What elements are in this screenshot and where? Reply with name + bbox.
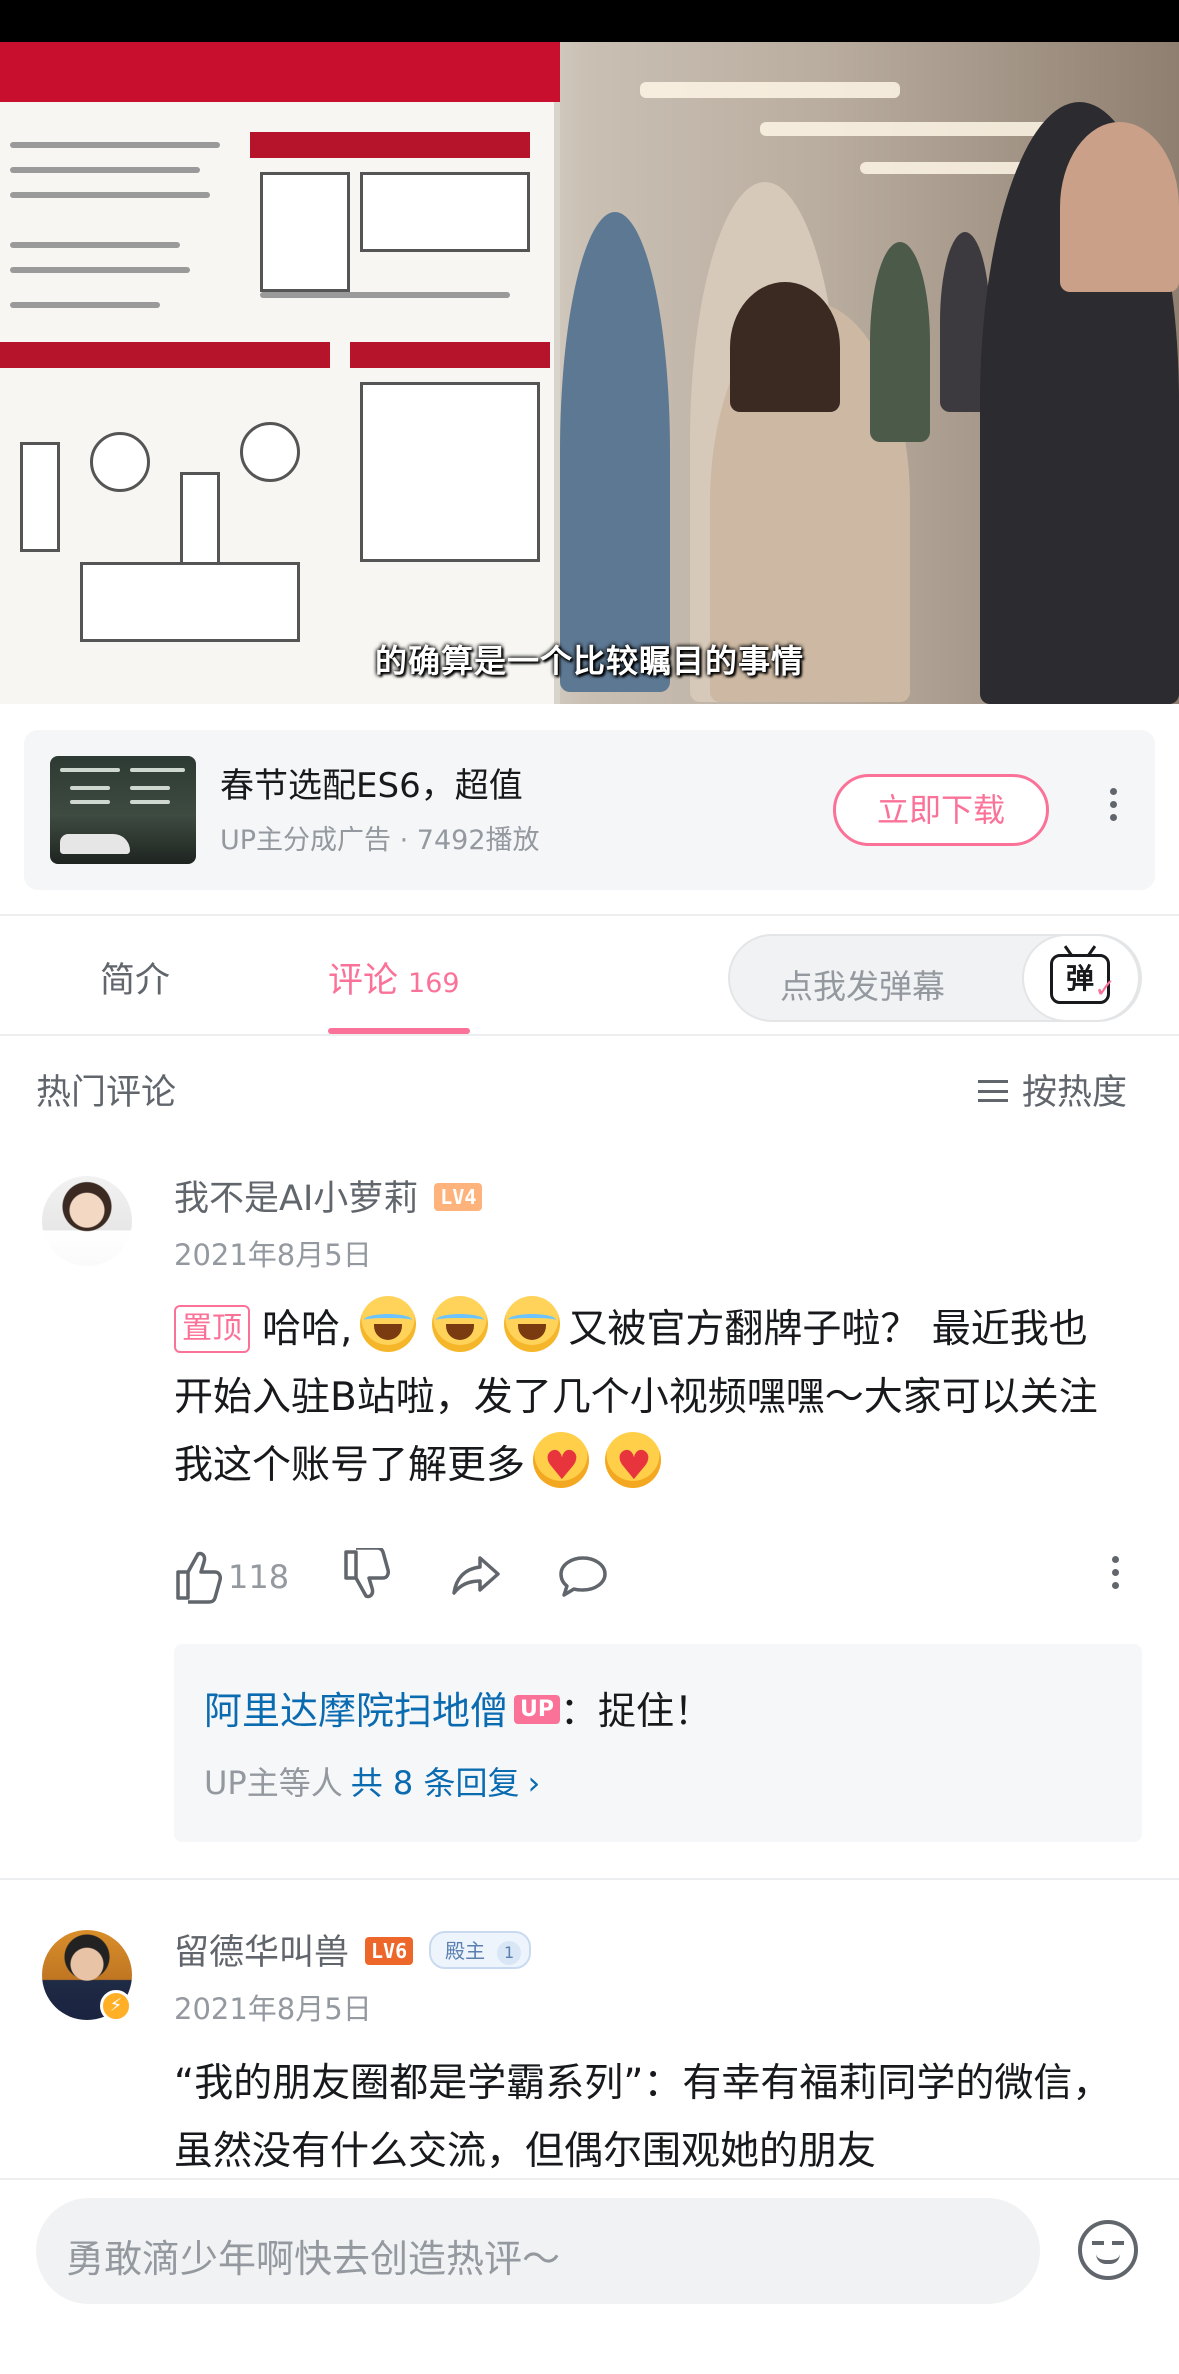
more-icon[interactable] <box>1110 788 1120 827</box>
ad-download-button[interactable]: 立即下载 <box>833 774 1049 846</box>
danmaku-placeholder: 点我发弹幕 <box>780 967 945 1006</box>
comment-actions: 118 <box>174 1548 1134 1604</box>
like-count: 118 <box>228 1558 290 1596</box>
more-icon[interactable] <box>1112 1556 1122 1612</box>
comment-text: “我的朋友圈都是学霸系列”：有幸有福莉同学的微信，虽然没有什么交流，但偶尔围观她… <box>174 2061 1112 2174</box>
ad-meta: UP主分成广告 · 7492播放 <box>220 825 540 856</box>
tab-intro[interactable]: 简介 <box>100 952 170 1003</box>
level-badge: LV6 <box>365 1937 414 1965</box>
reply-count: 共 8 条回复 <box>350 1764 520 1802</box>
dislike-icon[interactable] <box>342 1548 392 1604</box>
up-badge: UP <box>514 1695 561 1724</box>
reply-line: 阿里达摩院扫地僧 UP ：捉住！ <box>204 1680 712 1735</box>
comment-input[interactable]: 勇敢滴少年啊快去创造热评～ <box>36 2198 1040 2304</box>
heart-hug-emoji-icon <box>605 1432 662 1488</box>
avatar[interactable] <box>42 1176 132 1266</box>
video-player[interactable]: 的确算是一个比较瞩目的事情 <box>0 42 1179 704</box>
comment-text-part: 哈哈, <box>262 1307 353 1352</box>
danmaku-input[interactable]: 点我发弹幕 弹 ✓ <box>728 934 1142 1022</box>
like-icon[interactable] <box>174 1548 224 1604</box>
comment-date: 2021年8月5日 <box>174 1238 372 1272</box>
tab-comments-label: 评论 <box>328 961 399 1001</box>
comment-username[interactable]: 我不是AI小萝莉 LV4 <box>174 1170 483 1221</box>
status-bar <box>0 0 1179 42</box>
laugh-cry-emoji-icon <box>432 1296 489 1352</box>
comment-input-placeholder: 勇敢滴少年啊快去创造热评～ <box>66 2237 561 2281</box>
laugh-cry-emoji-icon <box>360 1296 417 1352</box>
comment-username[interactable]: 留德华叫兽 LV6 殿主 1 <box>174 1924 532 1975</box>
reply-username[interactable]: 阿里达摩院扫地僧 <box>204 1689 508 1733</box>
reply-icon[interactable] <box>556 1548 610 1604</box>
level-badge: LV4 <box>434 1183 483 1211</box>
danmaku-icon[interactable]: 弹 ✓ <box>1022 934 1140 1022</box>
laugh-cry-emoji-icon <box>504 1296 561 1352</box>
chevron-right-icon: › <box>527 1764 541 1802</box>
view-replies-link[interactable]: UP主等人共 8 条回复 › <box>204 1758 540 1804</box>
comment-count: 169 <box>408 968 460 999</box>
verified-icon: ⚡ <box>100 1990 132 2022</box>
reply-text: ：捉住！ <box>560 1689 713 1733</box>
comment-compose-bar: 勇敢滴少年啊快去创造热评～ <box>0 2178 1179 2374</box>
active-tab-indicator <box>328 1028 470 1034</box>
sort-toggle[interactable]: 按热度 <box>978 1064 1127 1115</box>
video-poster-scene <box>0 42 560 704</box>
comment-text: 置顶 哈哈, 又被官方翻牌子啦？ 最近我也开始入驻B站啦，发了几个小视频嘿嘿～大家可… <box>174 1296 1124 1500</box>
hot-comments-heading: 热门评论 <box>36 1073 177 1113</box>
sort-icon <box>978 1080 1008 1102</box>
comment-divider <box>0 1878 1179 1880</box>
share-icon[interactable] <box>450 1548 504 1604</box>
username-text: 我不是AI小萝莉 <box>174 1179 419 1219</box>
ad-thumbnail <box>50 756 196 864</box>
emoji-icon[interactable] <box>1078 2220 1138 2280</box>
fan-medal-badge: 殿主 1 <box>429 1931 532 1969</box>
ad-title: 春节选配ES6，超值 <box>220 766 523 806</box>
fan-medal-level: 1 <box>497 1941 522 1965</box>
fan-medal-label: 殿主 <box>445 1939 486 1963</box>
ad-card[interactable]: 春节选配ES6，超值 UP主分成广告 · 7492播放 立即下载 <box>24 730 1155 890</box>
username-text: 留德华叫兽 <box>174 1933 350 1973</box>
comment-date: 2021年8月5日 <box>174 1992 372 2026</box>
sort-label: 按热度 <box>1022 1073 1128 1113</box>
video-subtitle: 的确算是一个比较瞩目的事情 <box>374 642 804 680</box>
tab-bar: 简介 评论 169 点我发弹幕 弹 ✓ <box>0 914 1179 1036</box>
reply-preview[interactable]: 阿里达摩院扫地僧 UP ：捉住！ UP主等人共 8 条回复 › <box>174 1644 1142 1842</box>
tab-comments[interactable]: 评论 169 <box>328 952 460 1003</box>
reply-more-prefix: UP主等人 <box>204 1764 343 1802</box>
heart-hug-emoji-icon <box>533 1432 590 1488</box>
pinned-badge: 置顶 <box>174 1305 250 1353</box>
